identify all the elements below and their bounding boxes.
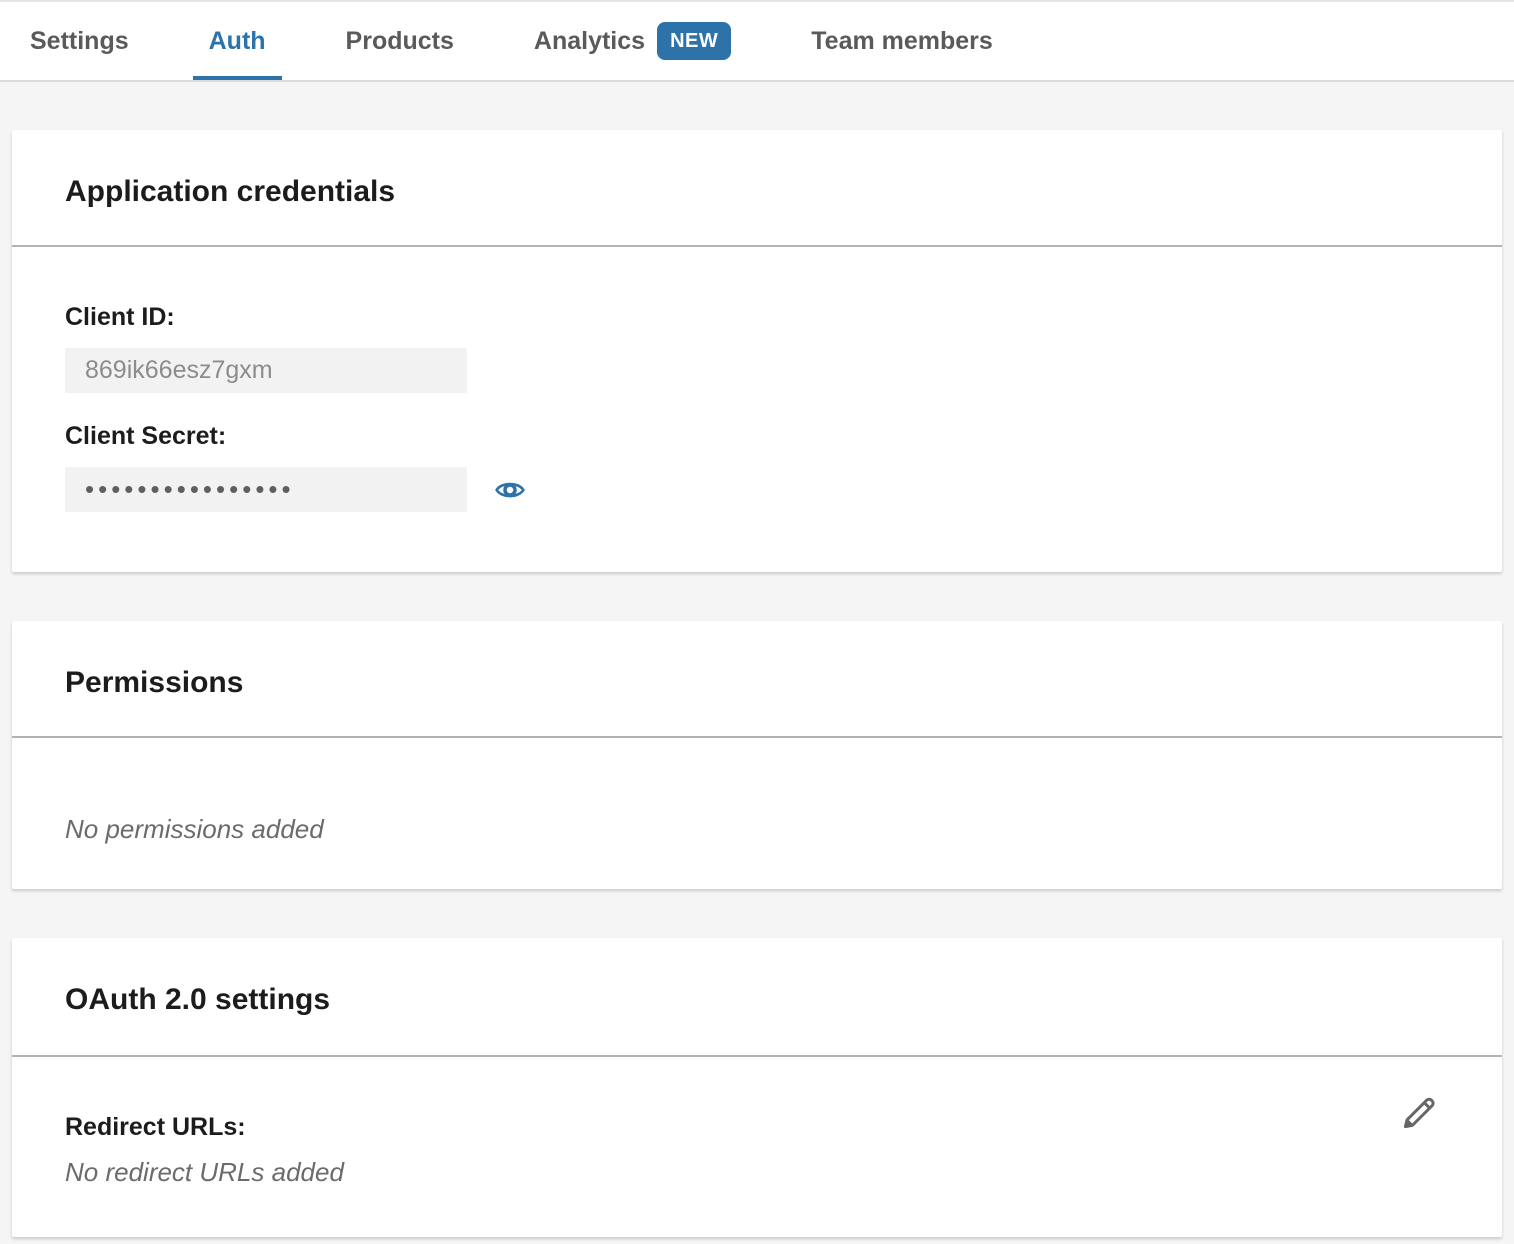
reveal-secret-button[interactable] [493,475,527,505]
permissions-title: Permissions [65,666,1449,700]
eye-icon [493,475,527,505]
tab-products-label: Products [346,27,454,56]
tab-bar: Settings Auth Products Analytics NEW Tea… [0,0,1514,82]
edit-redirect-urls-button[interactable] [1398,1092,1440,1134]
application-credentials-card: Application credentials Client ID: Clien… [12,130,1502,572]
tab-settings[interactable]: Settings [14,2,145,80]
oauth-settings-title: OAuth 2.0 settings [65,983,1449,1017]
permissions-body: No permissions added [12,738,1502,889]
tab-products[interactable]: Products [330,2,470,80]
client-secret-input[interactable] [65,467,467,512]
tab-auth[interactable]: Auth [193,2,282,80]
client-id-input[interactable] [65,348,467,393]
client-id-label: Client ID: [65,302,1449,332]
pencil-icon [1398,1122,1440,1137]
new-badge: NEW [657,22,731,60]
permissions-card: Permissions No permissions added [12,621,1502,889]
tab-auth-label: Auth [209,27,266,56]
tab-settings-label: Settings [30,27,129,56]
oauth-settings-card: OAuth 2.0 settings Redirect URLs: No red… [12,938,1502,1237]
tab-team-members-label: Team members [811,27,993,56]
tab-team-members[interactable]: Team members [795,2,1009,80]
permissions-empty-text: No permissions added [65,813,1449,845]
redirect-urls-label: Redirect URLs: [65,1112,1449,1142]
application-credentials-title: Application credentials [65,175,1449,209]
tab-analytics[interactable]: Analytics NEW [518,2,747,80]
permissions-header: Permissions [12,621,1502,738]
oauth-settings-body: Redirect URLs: No redirect URLs added [12,1057,1502,1237]
oauth-settings-header: OAuth 2.0 settings [12,938,1502,1057]
application-credentials-body: Client ID: Client Secret: [12,247,1502,572]
client-secret-label: Client Secret: [65,421,1449,451]
redirect-urls-empty-text: No redirect URLs added [65,1156,1449,1188]
tab-analytics-label: Analytics [534,27,645,56]
application-credentials-header: Application credentials [12,130,1502,247]
